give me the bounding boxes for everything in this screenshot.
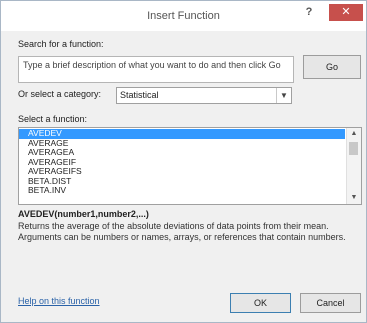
ok-button[interactable]: OK: [230, 293, 291, 313]
help-icon[interactable]: ?: [300, 6, 318, 22]
function-list-label: Select a function:: [18, 114, 88, 124]
scroll-down-arrow-icon[interactable]: ▼: [347, 192, 361, 204]
function-list[interactable]: AVEDEV AVERAGE AVERAGEA AVERAGEIF AVERAGEIFS…: [18, 127, 362, 205]
category-select[interactable]: Statistical ▼: [116, 87, 292, 104]
title-bar: Insert Function ? ✕: [1, 1, 366, 31]
search-input-text: Type a brief description of what you wan…: [23, 60, 281, 70]
function-list-item[interactable]: BETA.INV: [19, 185, 345, 196]
scroll-up-arrow-icon[interactable]: ▲: [347, 128, 361, 140]
function-description: Returns the average of the absolute devi…: [18, 221, 346, 242]
function-list-scrollbar[interactable]: ▲ ▼: [346, 128, 361, 204]
category-label: Or select a category:: [18, 89, 102, 99]
insert-function-dialog: Insert Function ? ✕ Search for a functio…: [0, 0, 367, 323]
function-signature: AVEDEV(number1,number2,...): [18, 209, 149, 219]
search-input[interactable]: Type a brief description of what you wan…: [18, 56, 294, 83]
chevron-down-icon[interactable]: ▼: [276, 88, 291, 103]
function-list-item[interactable]: BETA.DIST: [19, 176, 345, 187]
scroll-thumb[interactable]: [349, 142, 358, 155]
function-list-items: AVEDEV AVERAGE AVERAGEA AVERAGEIF AVERAGEIFS…: [19, 128, 345, 196]
close-button[interactable]: ✕: [329, 4, 363, 21]
go-button[interactable]: Go: [303, 55, 361, 79]
search-label: Search for a function:: [18, 39, 104, 49]
category-selected-value: Statistical: [120, 90, 159, 100]
cancel-button[interactable]: Cancel: [300, 293, 361, 313]
help-on-function-link[interactable]: Help on this function: [18, 296, 100, 306]
